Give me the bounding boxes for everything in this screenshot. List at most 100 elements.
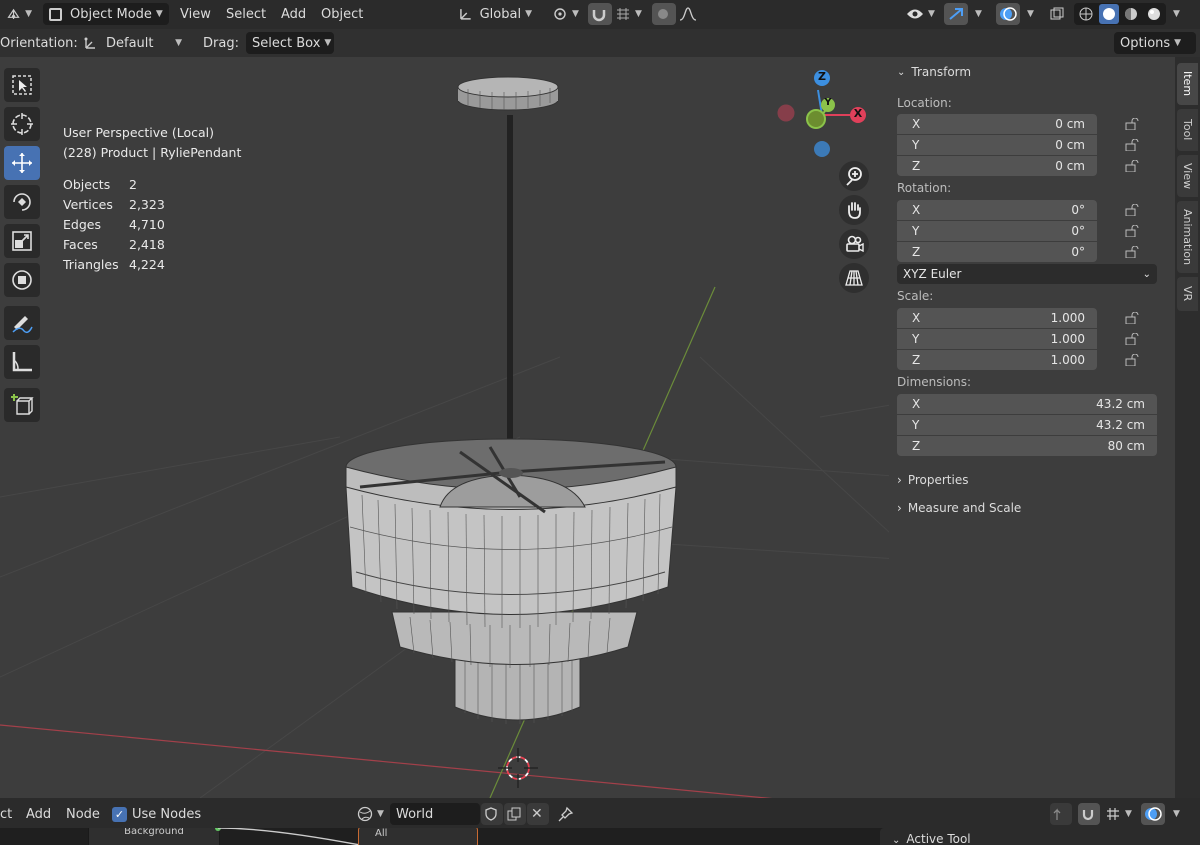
menu-add[interactable]: Add <box>26 803 51 825</box>
overlays-toggle[interactable] <box>996 3 1020 25</box>
select-box-tool[interactable] <box>4 68 40 102</box>
tab-tool[interactable]: Tool <box>1177 109 1198 151</box>
measure-tool[interactable] <box>4 345 40 379</box>
field-value: 0 cm <box>1055 159 1085 173</box>
tab-item[interactable]: Item <box>1177 63 1198 105</box>
tab-view[interactable]: View <box>1177 155 1198 197</box>
unlink-button[interactable]: ✕ <box>527 803 549 825</box>
mode-dropdown[interactable]: Object Mode ▼ <box>43 3 169 25</box>
stat-label: Objects <box>63 177 111 192</box>
rotation-x-field[interactable]: X 0° <box>897 200 1097 220</box>
annotate-tool[interactable] <box>4 306 40 340</box>
output-node[interactable]: All <box>358 828 478 845</box>
stat-value: 2,323 <box>129 197 165 212</box>
snap-target-dropdown[interactable]: ▼ <box>612 3 646 25</box>
add-cube-tool[interactable] <box>4 388 40 422</box>
gizmo-toggle[interactable] <box>944 3 968 25</box>
rotate-tool[interactable] <box>4 185 40 219</box>
lock-icon[interactable] <box>1125 160 1139 172</box>
rotation-z-field[interactable]: Z 0° <box>897 242 1097 262</box>
options-dropdown[interactable]: Options ▼ <box>1114 32 1196 54</box>
scale-y-field[interactable]: Y 1.000 <box>897 329 1097 349</box>
pin-button[interactable] <box>555 803 577 825</box>
move-tool[interactable] <box>4 146 40 180</box>
snap-toggle[interactable] <box>1078 803 1100 825</box>
shading-dropdown[interactable]: ▼ <box>1166 3 1186 25</box>
magnet-icon <box>592 10 606 22</box>
measure-panel-header[interactable]: › Measure and Scale <box>897 501 1021 515</box>
scale-x-field[interactable]: X 1.000 <box>897 308 1097 328</box>
rotation-label: Rotation: <box>897 181 952 195</box>
world-name: World <box>396 806 434 822</box>
duplicate-button[interactable] <box>504 803 526 825</box>
proportional-edit-toggle[interactable] <box>652 3 676 25</box>
snap-toggle[interactable] <box>588 3 612 25</box>
use-nodes-checkbox[interactable]: ✓ Use Nodes <box>112 803 201 825</box>
visibility-dropdown[interactable]: ▼ <box>903 3 941 25</box>
gizmo-dropdown[interactable]: ▼ <box>968 3 988 25</box>
lock-icon[interactable] <box>1125 354 1139 366</box>
dimensions-z-field[interactable]: Z 80 cm <box>897 436 1157 456</box>
active-tool-header[interactable]: ⌄ Active Tool <box>892 832 1200 845</box>
solid-shading-icon[interactable] <box>1098 4 1119 24</box>
location-x-field[interactable]: X 0 cm <box>897 114 1097 134</box>
wireframe-shading-icon[interactable] <box>1076 4 1096 24</box>
menu-add[interactable]: Add <box>281 3 306 25</box>
pendant-lamp-model <box>345 76 677 724</box>
camera-view-button[interactable] <box>839 229 869 259</box>
background-node[interactable]: Background <box>88 828 220 845</box>
menu-select[interactable]: Select <box>226 3 266 25</box>
overlays-dropdown[interactable]: ▼ <box>1166 803 1186 825</box>
material-shading-icon[interactable] <box>1122 4 1142 24</box>
menu-node[interactable]: Node <box>66 803 100 825</box>
tab-vr[interactable]: VR <box>1177 277 1198 311</box>
transform-orientation-dropdown[interactable]: Global ▼ <box>452 3 538 25</box>
overlays-dropdown[interactable]: ▼ <box>1020 3 1040 25</box>
menu-view[interactable]: View <box>180 3 211 25</box>
scale-z-field[interactable]: Z 1.000 <box>897 350 1097 370</box>
rendered-shading-icon[interactable] <box>1144 4 1164 24</box>
menu-object[interactable]: Object <box>321 3 363 25</box>
lock-icon[interactable] <box>1125 204 1139 216</box>
lock-icon[interactable] <box>1125 139 1139 151</box>
rotation-y-field[interactable]: Y 0° <box>897 221 1097 241</box>
location-y-field[interactable]: Y 0 cm <box>897 135 1097 155</box>
perspective-toggle-button[interactable] <box>839 263 869 293</box>
pan-button[interactable] <box>839 195 869 225</box>
transform-panel-header[interactable]: ⌄ Transform <box>897 65 971 79</box>
lock-icon[interactable] <box>1125 312 1139 324</box>
overlays-toggle[interactable] <box>1141 803 1165 825</box>
lock-icon[interactable] <box>1125 225 1139 237</box>
properties-panel-header[interactable]: › Properties <box>897 473 968 487</box>
dimensions-x-field[interactable]: X 43.2 cm <box>897 394 1157 414</box>
lock-icon[interactable] <box>1125 246 1139 258</box>
fake-user-button[interactable] <box>481 803 503 825</box>
world-type-dropdown[interactable]: ▼ <box>354 803 390 825</box>
copy-icon <box>507 807 521 821</box>
lock-icon[interactable] <box>1125 118 1139 130</box>
scale-tool[interactable] <box>4 224 40 258</box>
rotation-mode-dropdown[interactable]: XYZ Euler ⌄ <box>897 264 1157 284</box>
world-name-field[interactable]: World <box>390 803 480 825</box>
menu-select[interactable]: ct <box>0 803 12 825</box>
ruler-icon <box>12 352 32 372</box>
cursor-tool[interactable] <box>4 107 40 141</box>
editor-type-button[interactable]: ▼ <box>2 3 36 25</box>
xray-toggle[interactable] <box>1046 3 1070 25</box>
parent-node-button[interactable] <box>1050 803 1072 825</box>
stat-value: 4,224 <box>129 257 165 272</box>
snap-element-dropdown[interactable]: ▼ <box>1102 803 1136 825</box>
scale-icon <box>12 231 32 251</box>
node-editor-canvas[interactable]: Background All ⌄ Active Tool <box>0 828 1200 845</box>
orientation-dropdown[interactable]: Default ▼ <box>76 32 188 54</box>
location-z-field[interactable]: Z 0 cm <box>897 156 1097 176</box>
pivot-point-dropdown[interactable]: ▼ <box>546 3 586 25</box>
zoom-button[interactable] <box>839 161 869 191</box>
chevron-right-icon: › <box>897 501 902 515</box>
tab-animation[interactable]: Animation <box>1177 201 1198 273</box>
falloff-dropdown[interactable] <box>676 3 710 25</box>
dimensions-y-field[interactable]: Y 43.2 cm <box>897 415 1157 435</box>
lock-icon[interactable] <box>1125 333 1139 345</box>
drag-dropdown[interactable]: Select Box ▼ <box>246 32 334 54</box>
transform-tool[interactable] <box>4 263 40 297</box>
